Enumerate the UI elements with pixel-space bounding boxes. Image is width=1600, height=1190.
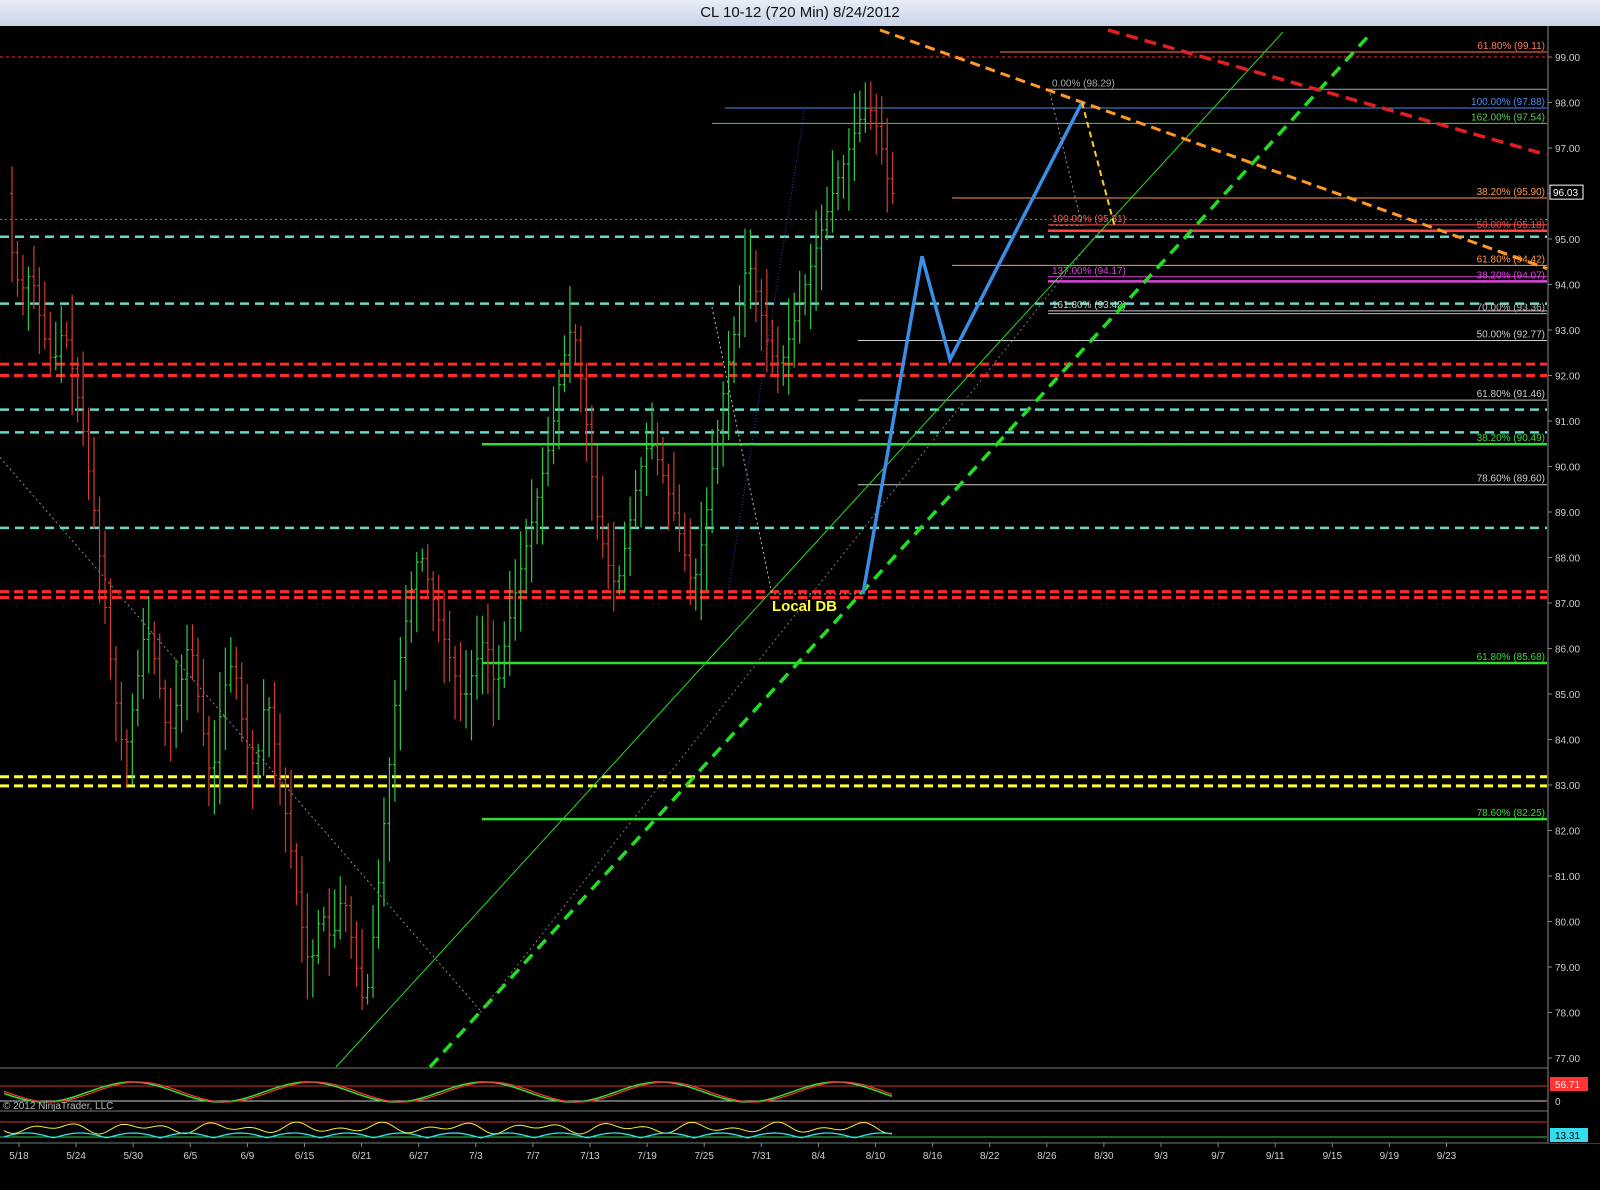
- x-tick-label: 6/15: [295, 1151, 315, 1162]
- x-tick-label: 5/30: [123, 1151, 143, 1162]
- x-tick-label: 7/25: [694, 1151, 714, 1162]
- fib-level-label: 0.00% (98.29): [1052, 78, 1115, 89]
- y-tick-label: 91.00: [1555, 417, 1580, 428]
- x-tick-label: 8/4: [811, 1151, 825, 1162]
- x-tick-label: 9/3: [1154, 1151, 1168, 1162]
- fib-level-label: 38.20% (95.90): [1477, 187, 1545, 198]
- x-tick-label: 6/27: [409, 1151, 429, 1162]
- x-tick-label: 9/23: [1437, 1151, 1457, 1162]
- y-tick-label: 87.00: [1555, 599, 1580, 610]
- x-tick-label: 6/9: [240, 1151, 254, 1162]
- x-tick-label: 8/26: [1037, 1151, 1057, 1162]
- x-tick-label: 7/7: [526, 1151, 540, 1162]
- fib-level-label: 137.00% (94.17): [1052, 266, 1126, 277]
- y-tick-label: 95.00: [1555, 235, 1580, 246]
- x-tick-label: 7/31: [752, 1151, 772, 1162]
- y-tick-label: 81.00: [1555, 872, 1580, 883]
- y-tick-label: 86.00: [1555, 645, 1580, 656]
- window-title: CL 10-12 (720 Min) 8/24/2012: [700, 4, 900, 21]
- x-tick-label: 7/13: [580, 1151, 600, 1162]
- price-chart[interactable]: 61.80% (99.11) 0.00% (98.29) 100.00% (97.8…: [0, 26, 1600, 1190]
- y-tick-label: 88.00: [1555, 554, 1580, 565]
- fib-level-label: 161.80% (93.42): [1052, 300, 1126, 311]
- fib-level-label: 38.20% (90.49): [1477, 433, 1545, 444]
- y-tick-label: 90.00: [1555, 463, 1580, 474]
- y-tick-label: 93.00: [1555, 326, 1580, 337]
- x-tick-label: 9/15: [1323, 1151, 1343, 1162]
- fib-level-label: 61.80% (99.11): [1477, 41, 1545, 52]
- y-tick-label: 99.00: [1555, 53, 1580, 64]
- local-db-label: Local DB: [772, 598, 837, 615]
- x-tick-label: 8/16: [923, 1151, 943, 1162]
- y-tick-label: 89.00: [1555, 508, 1580, 519]
- fib-level-label: 50.00% (92.77): [1477, 329, 1545, 340]
- y-tick-label: 92.00: [1555, 372, 1580, 383]
- indicator-tick-label: 0: [1555, 1097, 1561, 1108]
- y-tick-label: 97.00: [1555, 144, 1580, 155]
- x-tick-label: 6/5: [183, 1151, 197, 1162]
- x-tick-label: 7/19: [637, 1151, 657, 1162]
- fib-level-label: 70.00% (93.36): [1477, 303, 1545, 314]
- fib-level-label: 78.60% (89.60): [1477, 474, 1545, 485]
- y-tick-label: 94.00: [1555, 281, 1580, 292]
- indicator-value: 56.71: [1555, 1080, 1580, 1091]
- y-tick-label: 82.00: [1555, 827, 1580, 838]
- fib-level-label: 61.80% (91.46): [1477, 389, 1545, 400]
- y-tick-label: 83.00: [1555, 781, 1580, 792]
- x-tick-label: 5/24: [66, 1151, 86, 1162]
- window-titlebar: CL 10-12 (720 Min) 8/24/2012: [0, 0, 1600, 27]
- fib-level-label: 38.20% (94.07): [1477, 270, 1545, 281]
- y-tick-label: 84.00: [1555, 736, 1580, 747]
- last-price-label: 96.03: [1553, 188, 1578, 199]
- x-tick-label: 8/10: [866, 1151, 886, 1162]
- x-tick-label: 9/7: [1211, 1151, 1225, 1162]
- copyright-text: © 2012 NinjaTrader, LLC: [3, 1101, 113, 1112]
- fib-level-label: 61.80% (85.68): [1477, 652, 1545, 663]
- fib-level-label: 162.00% (97.54): [1471, 112, 1545, 123]
- x-tick-label: 9/11: [1266, 1151, 1285, 1162]
- y-tick-label: 80.00: [1555, 918, 1580, 929]
- x-tick-label: 9/19: [1380, 1151, 1400, 1162]
- price-axis: 77.00 78.00 79.00 80.00 81.00 82.00 83.00 84.00…: [1547, 26, 1600, 1143]
- fib-level-label: 78.60% (82.25): [1477, 808, 1545, 819]
- y-tick-label: 78.00: [1555, 1009, 1580, 1020]
- fib-level-label: 100.00% (97.88): [1471, 97, 1545, 108]
- y-tick-label: 98.00: [1555, 99, 1580, 110]
- x-tick-label: 5/18: [9, 1151, 29, 1162]
- indicator-value: 13.31: [1555, 1131, 1580, 1142]
- x-tick-label: 8/30: [1094, 1151, 1114, 1162]
- x-tick-label: 8/22: [980, 1151, 1000, 1162]
- y-tick-label: 77.00: [1555, 1054, 1580, 1065]
- y-tick-label: 79.00: [1555, 963, 1580, 974]
- x-tick-label: 7/3: [469, 1151, 483, 1162]
- y-tick-label: 85.00: [1555, 690, 1580, 701]
- x-tick-label: 6/21: [352, 1151, 372, 1162]
